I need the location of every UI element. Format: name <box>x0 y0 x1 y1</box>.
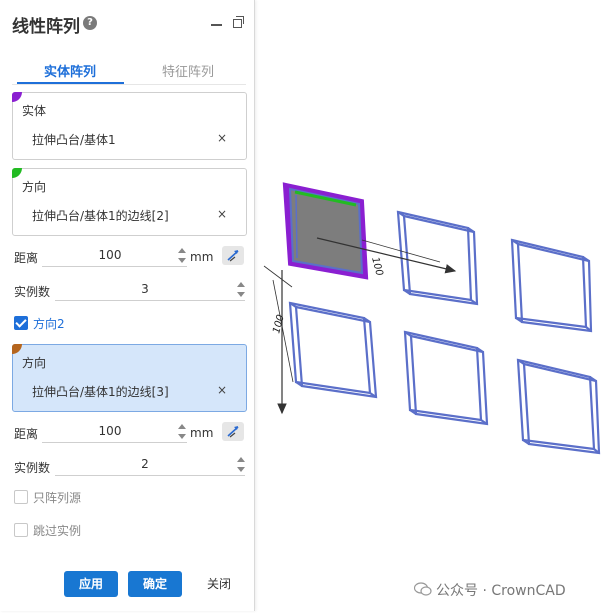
reverse-direction-icon <box>227 426 239 438</box>
direction1-color-marker <box>12 168 22 178</box>
distance2-underline <box>42 442 187 443</box>
direction2-extension-line <box>263 265 293 288</box>
minimize-icon[interactable] <box>211 15 224 28</box>
linear-pattern-panel: 线性阵列 ? 实体阵列 特征阵列 实体 拉伸凸台/基体1 × 方向 拉伸凸台/基… <box>0 0 255 611</box>
distance2-label: 距离 <box>14 427 39 441</box>
watermark-text: 公众号 · CrownCAD <box>436 583 566 599</box>
instance-r2c3 <box>516 358 601 455</box>
instance-r2c2 <box>403 330 489 426</box>
instance-r1c2 <box>396 210 479 306</box>
count1-underline <box>55 300 245 301</box>
entity-color-marker <box>12 92 22 102</box>
skip-instances-checkbox[interactable] <box>14 523 28 537</box>
distance1-input[interactable]: 100 <box>80 248 140 262</box>
direction2-checkbox-label[interactable]: 方向2 <box>33 315 65 332</box>
apply-button[interactable]: 应用 <box>64 571 118 597</box>
direction2-dimension-label: 100 <box>271 313 287 334</box>
entity-clear-icon[interactable]: × <box>217 131 227 145</box>
distance2-input[interactable]: 100 <box>80 424 140 438</box>
reverse-direction-icon <box>227 250 239 262</box>
direction2-box-value: 拉伸凸台/基体1的边线[3] <box>32 385 169 399</box>
count1-input[interactable]: 3 <box>115 282 175 296</box>
direction1-reverse-button[interactable] <box>222 246 244 265</box>
distance2-spinner[interactable] <box>178 424 187 440</box>
direction1-selection-box[interactable]: 方向 拉伸凸台/基体1的边线[2] × <box>12 168 247 236</box>
count1-label: 实例数 <box>14 285 51 299</box>
ok-button[interactable]: 确定 <box>128 571 182 597</box>
tab-divider <box>12 84 246 85</box>
help-icon[interactable]: ? <box>83 16 97 30</box>
direction1-clear-icon[interactable]: × <box>217 207 227 221</box>
direction2-color-marker <box>12 344 22 354</box>
instance-r2c1 <box>288 301 378 399</box>
distance1-spinner[interactable] <box>178 248 187 264</box>
direction2-box-label: 方向 <box>22 356 47 370</box>
panel-title: 线性阵列 <box>12 17 80 37</box>
only-pattern-source-checkbox[interactable] <box>14 490 28 504</box>
distance1-underline <box>42 266 187 267</box>
distance1-label: 距离 <box>14 251 39 265</box>
direction1-box-value: 拉伸凸台/基体1的边线[2] <box>32 209 169 223</box>
count2-underline <box>55 475 245 476</box>
restore-window-icon[interactable] <box>233 16 244 28</box>
distance2-unit: mm <box>190 426 214 440</box>
direction2-selection-box[interactable]: 方向 拉伸凸台/基体1的边线[3] × <box>12 344 247 412</box>
direction2-clear-icon[interactable]: × <box>217 383 227 397</box>
count2-input[interactable]: 2 <box>115 457 175 471</box>
tab-feature-pattern[interactable]: 特征阵列 <box>162 61 214 80</box>
close-button[interactable]: 关闭 <box>192 571 246 597</box>
distance1-unit: mm <box>190 250 214 264</box>
wechat-icon <box>414 582 432 596</box>
entity-selection-box[interactable]: 实体 拉伸凸台/基体1 × <box>12 92 247 160</box>
count1-spinner[interactable] <box>237 282 246 298</box>
active-tab-indicator <box>17 82 124 84</box>
instance-r1c3 <box>510 238 593 333</box>
count2-label: 实例数 <box>14 461 51 475</box>
skip-instances-label[interactable]: 跳过实例 <box>33 522 81 539</box>
count2-spinner[interactable] <box>237 457 246 473</box>
direction2-reverse-button[interactable] <box>222 422 244 441</box>
tab-entity-pattern[interactable]: 实体阵列 <box>44 61 96 80</box>
3d-viewport[interactable]: 100 100 <box>255 0 610 613</box>
direction1-box-label: 方向 <box>22 180 47 194</box>
entity-box-label: 实体 <box>22 104 47 118</box>
only-pattern-source-label[interactable]: 只阵列源 <box>33 489 81 506</box>
direction1-dimension-label: 100 <box>369 256 385 277</box>
direction2-checkbox[interactable] <box>14 316 28 330</box>
entity-box-value: 拉伸凸台/基体1 <box>32 133 116 147</box>
source-body[interactable] <box>282 182 369 280</box>
